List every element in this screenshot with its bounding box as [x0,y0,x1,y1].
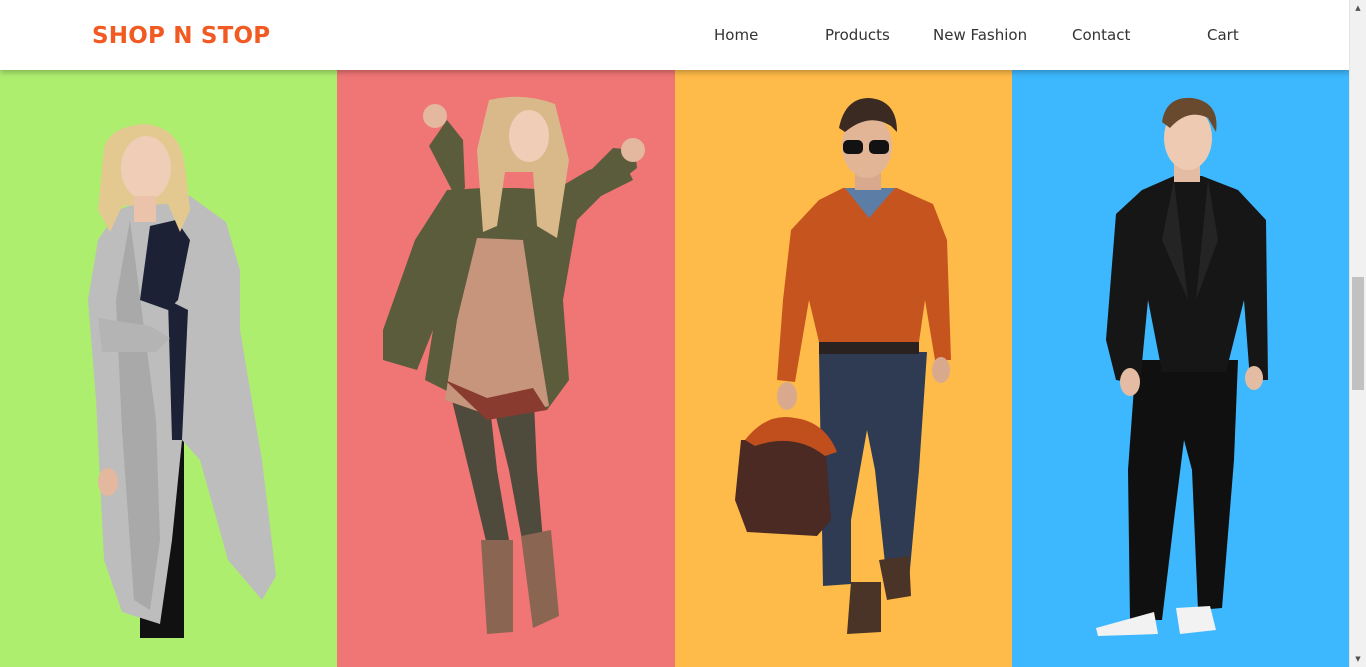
hero-panel-1 [0,0,337,667]
scrollbar-thumb[interactable] [1352,277,1364,390]
nav-link-new-fashion[interactable]: New Fashion [933,24,1027,46]
hero-panel-4 [1012,0,1349,667]
viewport: SHOP N STOP Home Products New Fashion Co… [0,0,1349,667]
hero-panels [0,0,1349,667]
nav-link-products[interactable]: Products [825,24,890,46]
man-black-suit-photo [1096,97,1268,636]
woman-olive-parka-photo [383,96,645,634]
scroll-up-arrow-icon[interactable]: ▲ [1350,0,1366,16]
hero-panel-3 [675,0,1012,667]
vertical-scrollbar[interactable]: ▲ ▼ [1349,0,1366,667]
top-navbar: SHOP N STOP Home Products New Fashion Co… [0,0,1349,70]
brand-logo[interactable]: SHOP N STOP [92,21,270,51]
nav-link-home[interactable]: Home [714,24,758,46]
woman-grey-long-coat-photo [88,124,276,638]
man-orange-sweater-photo [735,98,951,634]
nav-link-contact[interactable]: Contact [1072,24,1130,46]
nav-link-cart[interactable]: Cart [1207,24,1239,46]
hero-panel-2 [337,0,675,667]
scroll-down-arrow-icon[interactable]: ▼ [1350,651,1366,667]
page: SHOP N STOP Home Products New Fashion Co… [0,0,1366,667]
